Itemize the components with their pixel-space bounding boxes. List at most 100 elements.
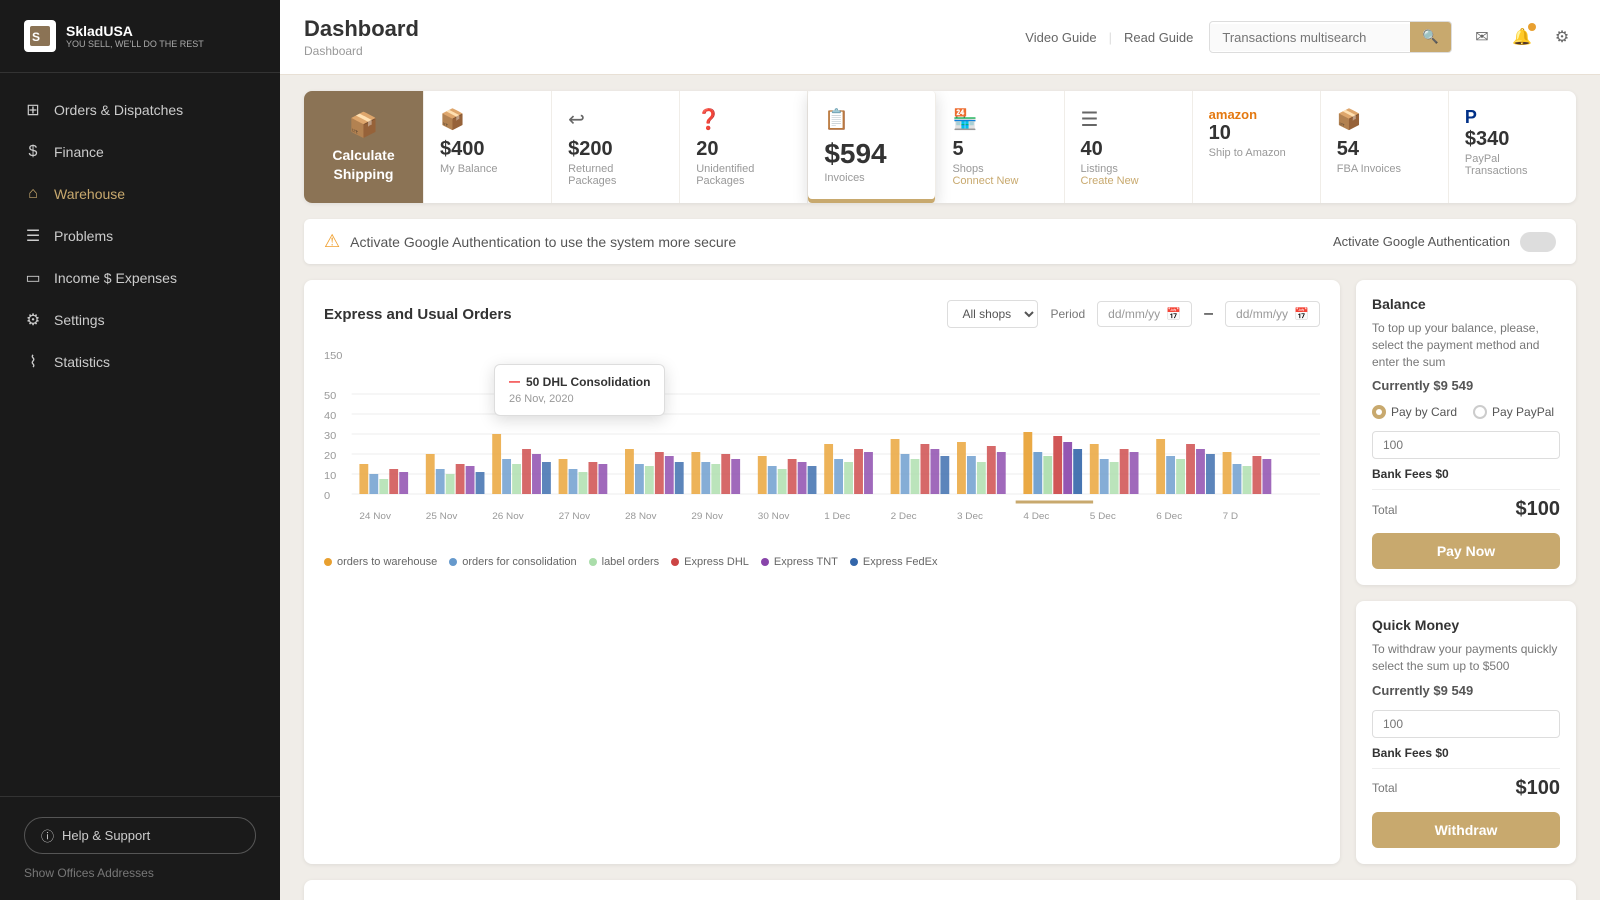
sidebar-item-statistics[interactable]: ⌇ Statistics <box>0 341 280 383</box>
legend-warehouse: orders to warehouse <box>324 556 437 568</box>
tooltip-date: 26 Nov, 2020 <box>509 393 650 405</box>
calculate-shipping-card[interactable]: 📦 Calculate Shipping <box>304 91 424 203</box>
legend-consolidation: orders for consolidation <box>449 556 576 568</box>
radio-paypal-label: Pay PayPal <box>1492 405 1554 419</box>
paypal-label: PayPal Transactions <box>1465 153 1560 177</box>
settings-icon: ⚙ <box>24 311 42 329</box>
tooltip-dhl-icon: — <box>509 376 520 388</box>
shops-label: Shops <box>952 163 1047 175</box>
listings-label: Listings <box>1081 163 1176 175</box>
svg-text:28 Nov: 28 Nov <box>625 511 657 521</box>
sidebar-item-income[interactable]: ▭ Income $ Expenses <box>0 257 280 299</box>
balance-current: Currently $9 549 <box>1372 378 1560 393</box>
ship-amazon-label: Ship to Amazon <box>1209 147 1304 159</box>
alert-left: ⚠ Activate Google Authentication to use … <box>324 231 736 252</box>
tooltip-type: 50 DHL Consolidation <box>526 375 650 389</box>
svg-text:7 D: 7 D <box>1223 511 1239 521</box>
unidentified-icon: ❓ <box>696 107 791 132</box>
mail-icon-button[interactable]: ✉ <box>1468 23 1496 51</box>
sidebar-item-warehouse[interactable]: ⌂ Warehouse <box>0 173 280 215</box>
radio-card[interactable]: Pay by Card <box>1372 405 1457 419</box>
balance-current-value: $9 549 <box>1433 378 1473 393</box>
notification-badge <box>1528 23 1536 31</box>
logo-name: SkladUSA <box>66 23 204 40</box>
radio-card-circle <box>1372 405 1386 419</box>
bell-icon-button[interactable]: 🔔 <box>1508 23 1536 51</box>
chart-controls: All shops Period dd/mm/yy 📅 – dd/mm/yy 📅 <box>947 300 1320 328</box>
read-guide-link[interactable]: Read Guide <box>1124 30 1193 45</box>
alert-text: Activate Google Authentication to use th… <box>350 234 736 250</box>
invoices-icon: 📋 <box>824 107 919 132</box>
show-offices-link[interactable]: Show Offices Addresses <box>24 866 256 880</box>
finance-icon: $ <box>24 143 42 161</box>
radio-paypal[interactable]: Pay PayPal <box>1473 405 1554 419</box>
legend-label-fedex: Express FedEx <box>863 556 938 568</box>
shop-selector[interactable]: All shops <box>947 300 1038 328</box>
quick-money-desc: To withdraw your payments quickly select… <box>1372 641 1560 675</box>
svg-text:150: 150 <box>324 350 343 361</box>
balance-sum-input[interactable] <box>1372 431 1560 459</box>
header: Dashboard Dashboard Video Guide | Read G… <box>280 0 1600 75</box>
svg-text:29 Nov: 29 Nov <box>691 511 723 521</box>
balance-value: $400 <box>440 138 535 161</box>
balance-bank-fees: Bank Fees $0 <box>1372 467 1560 481</box>
withdraw-button[interactable]: Withdraw <box>1372 812 1560 848</box>
mail-icon: ✉ <box>1475 27 1488 47</box>
sidebar-item-statistics-label: Statistics <box>54 354 110 370</box>
svg-text:4 Dec: 4 Dec <box>1023 511 1049 521</box>
svg-text:S: S <box>32 30 40 44</box>
help-label: Help & Support <box>62 828 150 843</box>
sidebar-item-settings[interactable]: ⚙ Settings <box>0 299 280 341</box>
quick-money-sum-input[interactable] <box>1372 710 1560 738</box>
help-support-button[interactable]: ⓘ Help & Support <box>24 817 256 854</box>
date-to-input[interactable]: dd/mm/yy 📅 <box>1225 301 1320 327</box>
balance-total-value: $100 <box>1516 498 1561 521</box>
gear-icon-button[interactable]: ⚙ <box>1548 23 1576 51</box>
help-icon: ⓘ <box>41 826 54 845</box>
stat-card-fba: 📦 54 FBA Invoices <box>1321 91 1449 203</box>
ship-amazon-value: 10 <box>1209 122 1304 145</box>
legend-label-consolidation: orders for consolidation <box>462 556 576 568</box>
search-input[interactable] <box>1210 24 1410 51</box>
legend-dhl: Express DHL <box>671 556 749 568</box>
stat-cards-row: 📦 Calculate Shipping 📦 $400 My Balance ↩… <box>304 91 1576 203</box>
sidebar-item-warehouse-label: Warehouse <box>54 186 125 202</box>
breadcrumb: Dashboard <box>304 44 419 58</box>
chart-title: Express and Usual Orders <box>324 306 512 323</box>
amazon-logo: amazon <box>1209 107 1304 122</box>
legend-label-label: label orders <box>602 556 659 568</box>
legend-label-tnt: Express TNT <box>774 556 838 568</box>
svg-text:10: 10 <box>324 470 336 481</box>
search-icon: 🔍 <box>1422 29 1439 44</box>
listings-value: 40 <box>1081 138 1176 161</box>
search-button[interactable]: 🔍 <box>1410 22 1451 52</box>
listings-link[interactable]: Create New <box>1081 175 1176 187</box>
legend-dot-warehouse <box>324 558 332 566</box>
sidebar-nav: ⊞ Orders & Dispatches $ Finance ⌂ Wareho… <box>0 73 280 796</box>
balance-label: My Balance <box>440 163 535 175</box>
sidebar-item-problems[interactable]: ☰ Problems <box>0 215 280 257</box>
content-area: 📦 Calculate Shipping 📦 $400 My Balance ↩… <box>280 75 1600 900</box>
sidebar-item-finance[interactable]: $ Finance <box>0 131 280 173</box>
sidebar-item-orders[interactable]: ⊞ Orders & Dispatches <box>0 89 280 131</box>
sidebar-item-problems-label: Problems <box>54 228 113 244</box>
auth-toggle[interactable] <box>1520 232 1556 252</box>
paypal-logo: P <box>1465 107 1560 128</box>
header-right: Video Guide | Read Guide 🔍 ✉ 🔔 <box>1025 21 1576 53</box>
svg-text:25 Nov: 25 Nov <box>426 511 458 521</box>
video-guide-link[interactable]: Video Guide <box>1025 30 1096 45</box>
sidebar-item-orders-label: Orders & Dispatches <box>54 102 183 118</box>
main-content: Dashboard Dashboard Video Guide | Read G… <box>280 0 1600 900</box>
tooltip-header: — 50 DHL Consolidation <box>509 375 650 389</box>
shops-link[interactable]: Connect New <box>952 175 1047 187</box>
quick-money-title: Quick Money <box>1372 617 1560 633</box>
date-from-input[interactable]: dd/mm/yy 📅 <box>1097 301 1192 327</box>
date-from-text: dd/mm/yy <box>1108 307 1160 321</box>
legend-tnt: Express TNT <box>761 556 838 568</box>
radio-paypal-circle <box>1473 405 1487 419</box>
fba-icon: 📦 <box>1337 107 1432 132</box>
svg-text:40: 40 <box>324 410 336 421</box>
pay-now-button[interactable]: Pay Now <box>1372 533 1560 569</box>
alert-right: Activate Google Authentication <box>1333 232 1556 252</box>
fba-value: 54 <box>1337 138 1432 161</box>
